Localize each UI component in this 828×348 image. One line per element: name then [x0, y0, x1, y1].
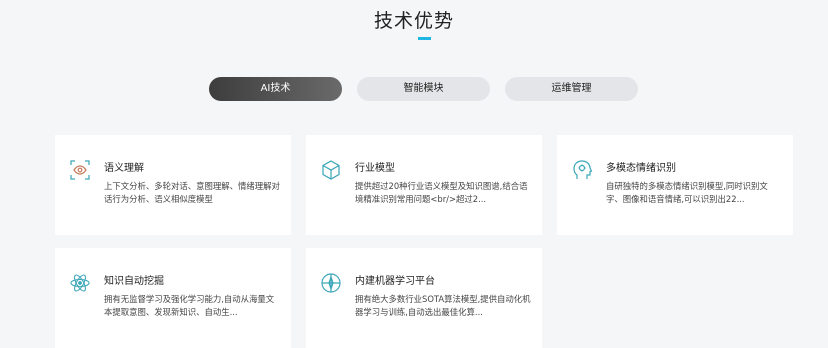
card-industry-model[interactable]: 行业模型 提供超过20种行业语义模型及知识图谱,结合语境精准识别常用问题<br/… — [306, 135, 542, 235]
card-title: 行业模型 — [355, 163, 395, 174]
section-title: 技术优势 — [373, 10, 454, 32]
tab-smart-modules[interactable]: 智能模块 — [357, 77, 490, 101]
card-description: 自研独特的多模态情绪识别模型,同时识别文字、图像和语音情绪,可以识别出22... — [606, 181, 768, 204]
compass-icon — [320, 272, 342, 294]
card-description: 拥有无监督学习及强化学习能力,自动从海量文本提取意图、发现新知识、自动生... — [104, 294, 275, 317]
card-title: 语义理解 — [104, 163, 144, 174]
head-gear-icon — [571, 159, 593, 181]
card-title: 知识自动挖掘 — [104, 276, 164, 287]
cube-icon — [320, 159, 342, 181]
card-multimodal-emotion[interactable]: 多模态情绪识别 自研独特的多模态情绪识别模型,同时识别文字、图像和语音情绪,可以… — [557, 135, 793, 235]
scan-icon — [69, 159, 91, 181]
card-title: 多模态情绪识别 — [606, 163, 676, 174]
card-description: 拥有绝大多数行业SOTA算法模型,提供自动化机器学习与训练,自动选出最佳化算..… — [355, 294, 531, 317]
tab-ai-tech[interactable]: AI技术 — [209, 77, 342, 101]
title-underline — [418, 37, 431, 40]
card-ml-platform[interactable]: 内建机器学习平台 拥有绝大多数行业SOTA算法模型,提供自动化机器学习与训练,自… — [306, 248, 542, 348]
card-knowledge-mining[interactable]: 知识自动挖掘 拥有无监督学习及强化学习能力,自动从海量文本提取意图、发现新知识、… — [55, 248, 291, 348]
tab-ops-management[interactable]: 运维管理 — [505, 77, 638, 101]
card-semantic-understanding[interactable]: 语义理解 上下文分析、多轮对话、意图理解、情绪理解对话行为分析、语义相似度模型 — [55, 135, 291, 235]
atom-icon — [69, 272, 91, 294]
card-title: 内建机器学习平台 — [355, 276, 435, 287]
card-description: 提供超过20种行业语义模型及知识图谱,结合语境精准识别常用问题<br/>超过2.… — [355, 181, 528, 204]
card-description: 上下文分析、多轮对话、意图理解、情绪理解对话行为分析、语义相似度模型 — [104, 181, 280, 204]
